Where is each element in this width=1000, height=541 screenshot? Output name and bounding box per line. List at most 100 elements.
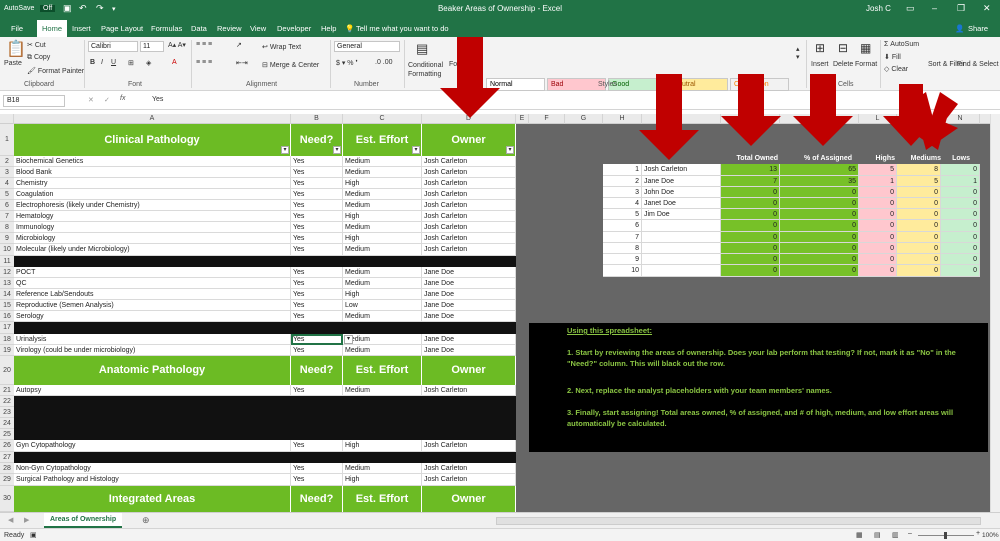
effort-cell[interactable]: High [343, 474, 422, 486]
row-header[interactable]: 28 [0, 463, 14, 474]
row-header[interactable]: 18 [0, 334, 14, 345]
summary-pct[interactable]: 0 [780, 209, 859, 220]
owner-cell[interactable]: Jane Doe [422, 311, 516, 322]
need-cell[interactable]: Yes [291, 222, 343, 233]
add-sheet-icon[interactable]: ⊕ [142, 515, 150, 526]
need-cell[interactable]: Yes [291, 289, 343, 300]
effort-cell[interactable]: High [343, 440, 422, 452]
effort-cell[interactable]: High [343, 211, 422, 222]
summary-name[interactable]: Jane Doe [642, 176, 721, 187]
area-cell[interactable]: Reference Lab/Sendouts [14, 289, 291, 300]
area-cell[interactable]: Serology [14, 311, 291, 322]
next-sheet-icon[interactable]: ▶ [24, 516, 29, 524]
effort-cell[interactable]: High [343, 233, 422, 244]
summary-total[interactable]: 0 [721, 220, 780, 232]
need-cell[interactable]: Yes [291, 189, 343, 200]
sheet-tab-areas[interactable]: Areas of Ownership [44, 513, 123, 528]
owner-cell[interactable]: Josh Carleton [422, 244, 516, 256]
summary-lows[interactable]: 0 [941, 187, 980, 198]
row-header[interactable]: 20 [0, 356, 14, 385]
summary-name[interactable] [642, 265, 721, 277]
summary-lows[interactable]: 0 [941, 243, 980, 254]
row-header[interactable]: 22 [0, 396, 14, 407]
effort-cell[interactable]: Medium [343, 345, 422, 356]
need-cell[interactable]: Yes [291, 463, 343, 474]
summary-highs[interactable]: 1 [859, 176, 897, 187]
summary-pct[interactable]: 0 [780, 265, 859, 277]
row-header[interactable]: 5 [0, 189, 14, 200]
area-cell[interactable]: POCT [14, 267, 291, 278]
need-cell[interactable]: Yes [291, 385, 343, 396]
effort-cell[interactable]: Medium [343, 334, 422, 345]
summary-total[interactable]: 7 [721, 176, 780, 187]
area-cell[interactable]: Electrophoresis (likely under Chemistry) [14, 200, 291, 211]
row-header[interactable]: 23 [0, 407, 14, 418]
summary-highs[interactable]: 0 [859, 265, 897, 277]
owner-cell[interactable]: Jane Doe [422, 334, 516, 345]
summary-mediums[interactable]: 0 [897, 209, 941, 220]
summary-name[interactable]: John Doe [642, 187, 721, 198]
effort-cell[interactable]: Medium [343, 189, 422, 200]
effort-cell[interactable]: High [343, 178, 422, 189]
need-cell[interactable]: Yes [291, 440, 343, 452]
need-cell[interactable]: Yes [291, 474, 343, 486]
summary-highs[interactable]: 0 [859, 232, 897, 243]
owner-cell[interactable]: Josh Carleton [422, 178, 516, 189]
row-header[interactable]: 11 [0, 256, 14, 267]
summary-highs[interactable]: 0 [859, 187, 897, 198]
summary-name[interactable] [642, 243, 721, 254]
need-cell[interactable]: Yes [291, 211, 343, 222]
row-header[interactable]: 8 [0, 222, 14, 233]
need-cell[interactable]: Yes [291, 334, 343, 345]
area-cell[interactable]: QC [14, 278, 291, 289]
effort-cell[interactable]: Low [343, 300, 422, 311]
summary-lows[interactable]: 0 [941, 198, 980, 209]
need-cell[interactable]: Yes [291, 278, 343, 289]
summary-highs[interactable]: 0 [859, 198, 897, 209]
page-break-view-icon[interactable]: ▥ [892, 531, 899, 539]
summary-highs[interactable]: 0 [859, 254, 897, 265]
effort-cell[interactable]: Medium [343, 385, 422, 396]
need-cell[interactable]: Yes [291, 311, 343, 322]
owner-cell[interactable]: Josh Carleton [422, 200, 516, 211]
prev-sheet-icon[interactable]: ◀ [8, 516, 13, 524]
owner-cell[interactable]: Josh Carleton [422, 440, 516, 452]
summary-total[interactable]: 0 [721, 254, 780, 265]
need-cell[interactable]: Yes [291, 345, 343, 356]
summary-index[interactable]: 3 [603, 187, 642, 198]
summary-lows[interactable]: 0 [941, 232, 980, 243]
area-cell[interactable]: Coagulation [14, 189, 291, 200]
row-header[interactable]: 19 [0, 345, 14, 356]
row-header[interactable]: 24 [0, 418, 14, 429]
summary-name[interactable] [642, 254, 721, 265]
row-header[interactable]: 6 [0, 200, 14, 211]
owner-cell[interactable]: Josh Carleton [422, 233, 516, 244]
owner-cell[interactable]: Jane Doe [422, 345, 516, 356]
area-cell[interactable]: Virology (could be under microbiology) [14, 345, 291, 356]
row-header[interactable]: 26 [0, 440, 14, 452]
summary-mediums[interactable]: 0 [897, 232, 941, 243]
summary-lows[interactable]: 0 [941, 220, 980, 232]
row-header[interactable]: 30 [0, 486, 14, 512]
owner-cell[interactable]: Josh Carleton [422, 189, 516, 200]
summary-lows[interactable]: 1 [941, 176, 980, 187]
row-header[interactable]: 7 [0, 211, 14, 222]
summary-name[interactable] [642, 232, 721, 243]
area-cell[interactable]: Reproductive (Semen Analysis) [14, 300, 291, 311]
area-cell[interactable]: Autopsy [14, 385, 291, 396]
summary-pct[interactable]: 0 [780, 243, 859, 254]
zoom-out-icon[interactable]: – [908, 530, 912, 537]
row-header[interactable]: 13 [0, 278, 14, 289]
summary-index[interactable]: 9 [603, 254, 642, 265]
summary-total[interactable]: 0 [721, 209, 780, 220]
summary-total[interactable]: 0 [721, 265, 780, 277]
zoom-level[interactable]: 100% [982, 532, 999, 539]
normal-view-icon[interactable]: ▦ [856, 531, 863, 539]
zoom-slider-thumb[interactable] [944, 532, 947, 539]
area-cell[interactable]: Microbiology [14, 233, 291, 244]
summary-pct[interactable]: 0 [780, 254, 859, 265]
area-cell[interactable]: Immunology [14, 222, 291, 233]
summary-index[interactable]: 7 [603, 232, 642, 243]
effort-cell[interactable]: Medium [343, 311, 422, 322]
summary-lows[interactable]: 0 [941, 209, 980, 220]
